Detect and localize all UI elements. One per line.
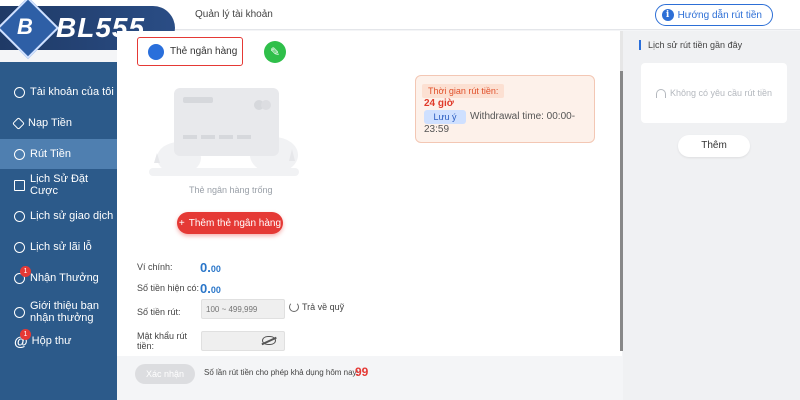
empty-card-text: Thẻ ngân hàng trống: [189, 185, 273, 195]
return-to-fund-label: Trả về quỹ: [302, 302, 345, 312]
reward-badge: 1: [20, 266, 31, 277]
plus-icon: +: [178, 217, 185, 229]
withdraw-guide-button[interactable]: i Hướng dẫn rút tiền: [654, 4, 773, 26]
sidebar-item-account[interactable]: Tài khoản của tôi: [0, 77, 117, 107]
sidebar-item-label: Nạp Tiền: [28, 117, 73, 129]
pencil-icon: ✎: [269, 45, 281, 59]
withdraw-amount-input[interactable]: [201, 299, 285, 319]
sidebar-item-transaction-history[interactable]: Lịch sử giao dịch: [0, 201, 117, 231]
withdraw-time-hours: 24 giờ: [424, 98, 454, 109]
headset-icon: [655, 88, 666, 98]
withdraw-limit-text: Số lần rút tiền cho phép khả dụng hôm na…: [204, 368, 359, 377]
withdraw-time-info: Thời gian rút tiền: 24 giờ Withdrawal ti…: [415, 75, 595, 143]
info-icon: i: [661, 9, 674, 21]
deposit-icon: [12, 116, 25, 130]
withdraw-icon: [14, 148, 25, 160]
refresh-icon: [289, 302, 299, 312]
withdraw-amount-label: Số tiền rút:: [137, 307, 181, 317]
sidebar-item-mailbox[interactable]: @ Hộp thư 1: [0, 326, 117, 356]
recent-withdrawals-panel: Lịch sử rút tiền gần đây Không có yêu cầ…: [623, 31, 800, 400]
account-icon: [14, 86, 25, 98]
withdraw-panel: Thẻ ngân hàng ✎ Thẻ ngân hàng trống + Th…: [117, 31, 622, 400]
sidebar-item-label: Lịch Sử Đặt Cược: [30, 173, 89, 197]
referral-icon: [14, 306, 25, 318]
more-button[interactable]: Thêm: [678, 135, 750, 157]
transaction-history-icon: [14, 210, 25, 222]
main-wallet-label: Ví chính:: [137, 262, 173, 272]
main-wallet-value: 0.00: [200, 260, 221, 275]
available-balance-amount: 0.: [200, 281, 211, 296]
sidebar-item-label: Giới thiệu bạn nhận thưởng: [30, 300, 99, 324]
confirm-button[interactable]: Xác nhận: [135, 364, 195, 384]
add-bank-card-label: Thêm thẻ ngân hàng: [188, 217, 282, 229]
mailbox-badge: 1: [20, 329, 31, 340]
sidebar-item-label: Lịch sử lãi lỗ: [30, 241, 92, 253]
eye-off-icon[interactable]: [262, 336, 276, 345]
profit-loss-icon: [14, 241, 25, 253]
recent-withdrawals-empty-text: Không có yêu cầu rút tiền: [669, 88, 773, 98]
edit-button[interactable]: ✎: [264, 41, 286, 63]
sidebar-item-label: Tài khoản của tôi: [30, 86, 114, 98]
withdraw-time-title: Thời gian rút tiền:: [422, 84, 505, 98]
recent-withdrawals-empty: Không có yêu cầu rút tiền: [641, 63, 787, 123]
sidebar: Tài khoản của tôi Nạp Tiền Rút Tiền Lịch…: [0, 62, 117, 400]
main-wallet-decimals: 00: [210, 264, 221, 274]
logo-mark-icon: B: [17, 14, 33, 39]
available-balance-label: Số tiền hiện có:: [137, 283, 200, 293]
sidebar-item-referral[interactable]: Giới thiệu bạn nhận thưởng: [0, 295, 117, 329]
sidebar-item-bet-history[interactable]: Lịch Sử Đặt Cược: [0, 170, 117, 200]
bank-icon: [148, 44, 164, 60]
sidebar-item-profit-loss[interactable]: Lịch sử lãi lỗ: [0, 232, 117, 262]
return-to-fund-button[interactable]: Trả về quỹ: [289, 302, 344, 312]
available-balance-value: 0.00: [200, 281, 221, 296]
confirm-bar: Xác nhận Số lần rút tiền cho phép khả dụ…: [117, 356, 622, 400]
add-bank-card-button[interactable]: + Thêm thẻ ngân hàng: [177, 212, 283, 234]
bet-history-icon: [14, 179, 25, 191]
available-balance-decimals: 00: [210, 285, 221, 295]
sidebar-item-withdraw[interactable]: Rút Tiền: [0, 139, 117, 169]
sidebar-item-label: Hộp thư: [31, 335, 72, 347]
sidebar-item-label: Rút Tiền: [30, 148, 71, 160]
sidebar-item-label: Nhận Thưởng: [30, 272, 99, 284]
note-tag: Lưu ý: [424, 110, 466, 124]
sidebar-item-rewards[interactable]: Nhận Thưởng 1: [0, 263, 117, 293]
tab-bank-card-label: Thẻ ngân hàng: [170, 46, 238, 57]
breadcrumb[interactable]: Quản lý tài khoản: [195, 9, 273, 20]
withdraw-password-label: Mật khẩu rút tiền:: [137, 331, 188, 351]
withdraw-guide-label: Hướng dẫn rút tiền: [677, 9, 762, 21]
recent-withdrawals-title: Lịch sử rút tiền gần đây: [639, 40, 742, 50]
main-wallet-amount: 0.: [200, 260, 211, 275]
withdraw-limit-count: 99: [355, 365, 369, 379]
sidebar-item-deposit[interactable]: Nạp Tiền: [0, 108, 117, 138]
empty-card-illustration: [149, 88, 299, 176]
tab-bank-card[interactable]: Thẻ ngân hàng: [137, 37, 243, 66]
sidebar-item-label: Lịch sử giao dịch: [30, 210, 114, 222]
